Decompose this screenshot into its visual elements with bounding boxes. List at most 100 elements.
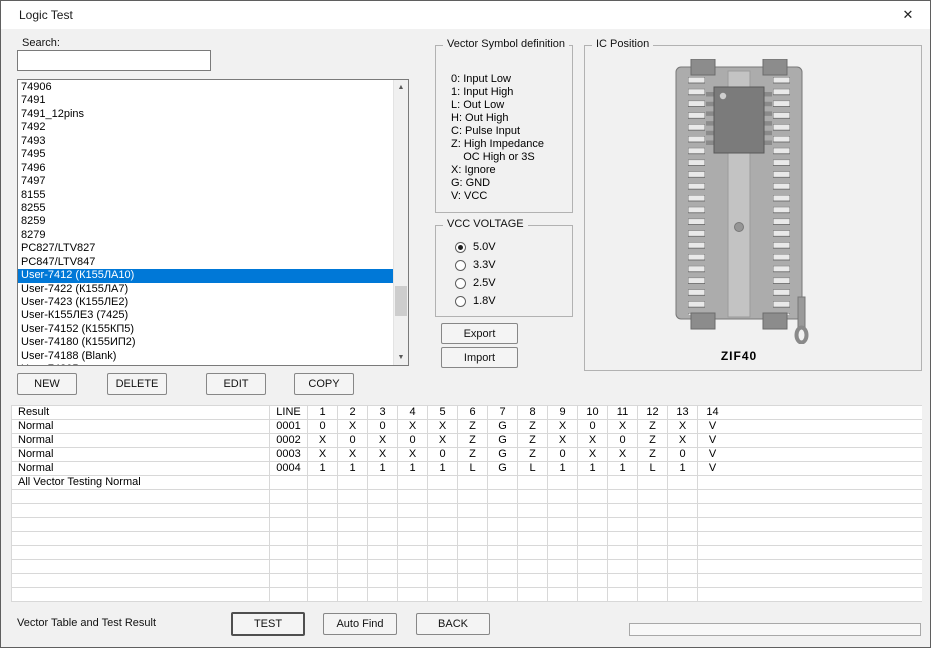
- list-item[interactable]: User-К155ЛЕ3 (7425): [18, 309, 393, 322]
- list-item[interactable]: 8255: [18, 202, 393, 215]
- list-item[interactable]: 74906: [18, 81, 393, 94]
- cell-pin: [548, 476, 578, 490]
- copy-button[interactable]: COPY: [294, 373, 354, 395]
- cell-pin: 0: [398, 434, 428, 448]
- import-button[interactable]: Import: [441, 347, 518, 368]
- cell-pin: 1: [368, 462, 398, 476]
- cell-pin: 1: [428, 462, 458, 476]
- cell-pin: [368, 490, 398, 504]
- scroll-up-icon[interactable]: ▲: [394, 81, 408, 94]
- auto-find-button[interactable]: Auto Find: [323, 613, 397, 635]
- cell-pin: [458, 490, 488, 504]
- cell-pin: [578, 490, 608, 504]
- list-item[interactable]: 7495: [18, 148, 393, 161]
- cell-pin: X: [428, 420, 458, 434]
- list-item[interactable]: User-74305: [18, 363, 393, 365]
- cell-result: [12, 518, 270, 532]
- back-button[interactable]: BACK: [416, 613, 490, 635]
- list-item[interactable]: 7491_12pins: [18, 108, 393, 121]
- cell-line: [270, 532, 308, 546]
- cell-pin: X: [338, 448, 368, 462]
- search-input[interactable]: [17, 50, 211, 71]
- header-pin: 9: [548, 406, 578, 420]
- new-button[interactable]: NEW: [17, 373, 77, 395]
- vector-table-row: Normal 0001 0 X 0 X X Z G Z X 0 X Z X V: [12, 420, 728, 434]
- cell-pin: [398, 574, 428, 588]
- vcc-radio-option[interactable]: 3.3V: [455, 256, 496, 274]
- list-item-label: User-7422 (К155ЛА7): [21, 283, 128, 295]
- list-item[interactable]: User-7422 (К155ЛА7): [18, 283, 393, 296]
- cell-pin: [668, 532, 698, 546]
- vector-symbol-line: G: GND: [451, 177, 544, 190]
- cell-pin: G: [488, 448, 518, 462]
- edit-button[interactable]: EDIT: [206, 373, 266, 395]
- vcc-option-label: 3.3V: [473, 259, 496, 271]
- scroll-down-icon[interactable]: ▼: [394, 351, 408, 364]
- close-icon[interactable]: ✕: [896, 5, 920, 25]
- list-item[interactable]: User-7423 (К155ЛЕ2): [18, 296, 393, 309]
- list-item-label: 74906: [21, 81, 52, 93]
- cell-line: [270, 504, 308, 518]
- test-button[interactable]: TEST: [231, 612, 305, 636]
- list-item[interactable]: 7496: [18, 162, 393, 175]
- list-item[interactable]: 7492: [18, 121, 393, 134]
- cell-pin: Z: [518, 448, 548, 462]
- cell-pin: [608, 574, 638, 588]
- cell-pin: [428, 476, 458, 490]
- cell-pin: Z: [458, 448, 488, 462]
- cell-pin: [338, 588, 368, 602]
- cell-pin: [578, 574, 608, 588]
- list-item[interactable]: 8279: [18, 229, 393, 242]
- list-item[interactable]: User-74180 (К155ИП2): [18, 336, 393, 349]
- ic-list-items[interactable]: 74906 7491 7491_12pins 7492 7493: [18, 81, 393, 365]
- list-item[interactable]: PC827/LTV827: [18, 242, 393, 255]
- vector-table-empty-row: [12, 490, 728, 504]
- list-item[interactable]: PC847/LTV847: [18, 256, 393, 269]
- cell-line: [270, 560, 308, 574]
- ic-listbox[interactable]: 74906 7491 7491_12pins 7492 7493: [17, 79, 409, 366]
- radio-icon: [455, 260, 466, 271]
- cell-pin: [458, 476, 488, 490]
- vector-symbol-line: H: Out High: [451, 112, 544, 125]
- cell-pin: [458, 518, 488, 532]
- cell-pin: [308, 546, 338, 560]
- list-item[interactable]: 7497: [18, 175, 393, 188]
- list-item[interactable]: 8155: [18, 189, 393, 202]
- list-item[interactable]: 7491: [18, 94, 393, 107]
- cell-pin: [368, 518, 398, 532]
- cell-pin: [608, 532, 638, 546]
- cell-pin: [308, 560, 338, 574]
- cell-pin: [338, 560, 368, 574]
- cell-pin: 1: [338, 462, 368, 476]
- list-item[interactable]: 7493: [18, 135, 393, 148]
- list-item[interactable]: User-74152 (К155КП5): [18, 323, 393, 336]
- list-item-label: 7496: [21, 162, 45, 174]
- cell-pin: L: [518, 462, 548, 476]
- vcc-radio-option[interactable]: 2.5V: [455, 274, 496, 292]
- vcc-option-label: 1.8V: [473, 295, 496, 307]
- list-item[interactable]: 8259: [18, 215, 393, 228]
- logic-test-dialog: Logic Test ✕ Search: 74906 7491 7491_12p…: [0, 0, 931, 648]
- list-item[interactable]: User-7412 (К155ЛА10): [18, 269, 393, 282]
- cell-pin: [308, 476, 338, 490]
- list-scrollbar[interactable]: ▲ ▼: [393, 80, 408, 365]
- cell-pin: X: [308, 434, 338, 448]
- cell-pin: [308, 504, 338, 518]
- header-result: Result: [12, 406, 270, 420]
- cell-pin: X: [668, 434, 698, 448]
- delete-button[interactable]: DELETE: [107, 373, 167, 395]
- vector-symbol-title: Vector Symbol definition: [443, 38, 569, 50]
- cell-pin: 0: [368, 420, 398, 434]
- list-item[interactable]: User-74188 (Blank): [18, 350, 393, 363]
- cell-pin: [398, 476, 428, 490]
- radio-icon: [455, 278, 466, 289]
- cell-pin: [698, 532, 728, 546]
- scrollbar-thumb[interactable]: [395, 286, 407, 316]
- list-item-label: 8279: [21, 229, 45, 241]
- vcc-radio-option[interactable]: 1.8V: [455, 292, 496, 310]
- cell-pin: [518, 588, 548, 602]
- vcc-radio-option[interactable]: 5.0V: [455, 238, 496, 256]
- list-item-label: User-7412 (К155ЛА10): [21, 269, 134, 281]
- export-button[interactable]: Export: [441, 323, 518, 344]
- cell-pin: 0: [548, 448, 578, 462]
